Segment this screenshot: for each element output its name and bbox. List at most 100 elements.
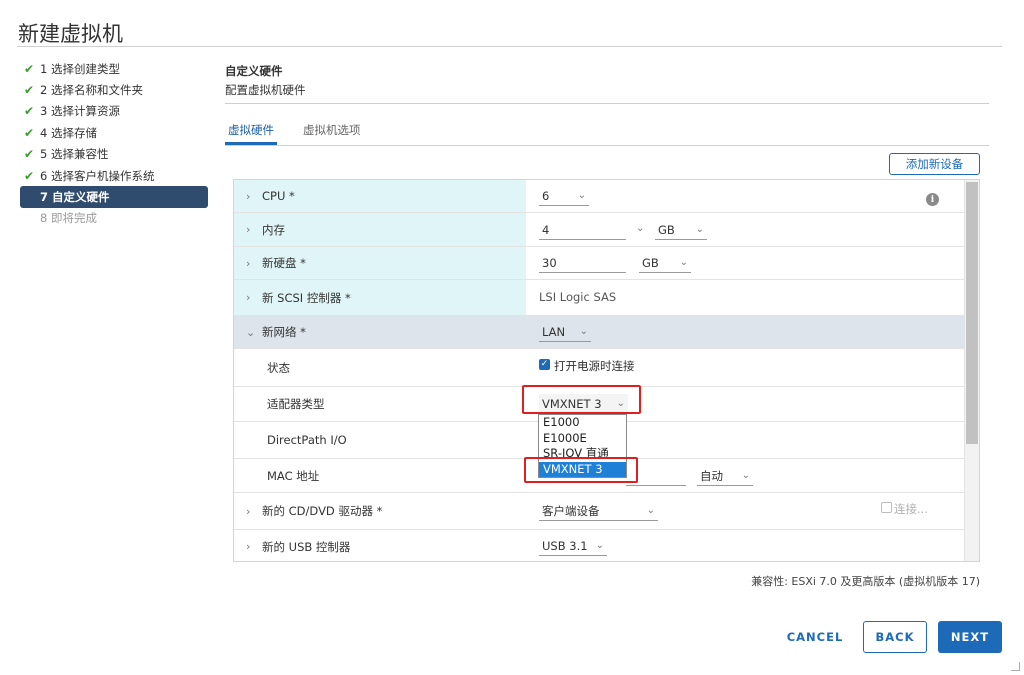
cdrom-select[interactable]: 客户端设备 ⌄ [539,501,658,521]
check-icon: ✔ [24,83,35,98]
resize-handle[interactable] [1011,662,1020,671]
select-value: LAN [542,324,566,339]
step-8: ✔8 即将完成 [22,208,208,229]
tab-vm-options[interactable]: 虚拟机选项 [303,122,361,145]
row-cdrom-label[interactable]: › 新的 CD/DVD 驱动器 * [234,493,526,529]
adapter-type-select[interactable]: VMXNET 3 ⌄ [539,394,628,414]
chevron-down-icon: ⌄ [741,470,750,481]
compatibility-text: 兼容性: ESXi 7.0 及更高版本 (虚拟机版本 17) [751,575,980,588]
check-icon: ✔ [24,125,35,140]
step-label: 8 即将完成 [40,211,97,226]
step-1[interactable]: ✔ 1 选择创建类型 [22,58,208,79]
add-device-button[interactable]: 添加新设备 [889,153,980,175]
disk-unit-select[interactable]: GB ⌄ [639,253,691,273]
step-3[interactable]: ✔ 3 选择计算资源 [22,101,208,122]
chevron-right-icon[interactable]: › [246,257,262,270]
select-value: 自动 [700,468,723,483]
disk-size-input[interactable]: 30 [539,253,626,273]
hardware-grid: › CPU * 6 ⌄ i › 内存 4 ⌄ GB ⌄ › 新硬盘 * 30 GB ⌄ › 新… [233,179,980,562]
label-text: 新硬盘 * [262,256,306,270]
select-value: USB 3.1 [542,538,588,553]
chevron-right-icon[interactable]: › [246,505,262,518]
select-value: VMXNET 3 [542,396,602,411]
chevron-down-icon: ⌄ [695,224,704,235]
network-select[interactable]: LAN ⌄ [539,322,591,342]
row-scsi-label[interactable]: › 新 SCSI 控制器 * [234,280,526,315]
step-4[interactable]: ✔ 4 选择存储 [22,122,208,143]
check-icon: ✔ [24,104,35,119]
step-label: 6 选择客户机操作系统 [40,168,155,183]
row-status: 状态 ✓ 打开电源时连接 [234,349,965,387]
scsi-type-value: LSI Logic SAS [539,290,617,304]
grid-scrollbar[interactable] [964,180,979,561]
connect-label: 连接... [894,502,928,516]
chevron-right-icon[interactable]: › [246,223,262,236]
label-text: 新的 CD/DVD 驱动器 * [262,504,383,518]
chevron-right-icon[interactable]: › [246,291,262,304]
memory-input[interactable]: 4 [539,220,626,240]
next-button[interactable]: NEXT [938,621,1002,653]
row-adapter-label: 适配器类型 [267,397,325,411]
connect-on-power-checkbox[interactable]: ✓ [539,359,550,370]
tab-virtual-hardware[interactable]: 虚拟硬件 [225,122,277,145]
dialog-title: 新建虚拟机 [18,22,123,46]
option-vmxnet3[interactable]: VMXNET 3 [539,461,626,477]
step-label: 4 选择存储 [40,125,97,140]
row-usb-label[interactable]: › 新的 USB 控制器 [234,530,526,561]
row-cpu: › CPU * 6 ⌄ i [234,180,965,213]
option-e1000e[interactable]: E1000E [539,431,626,447]
label-text: CPU * [262,189,295,203]
chevron-down-icon[interactable]: ⌄ [246,326,262,339]
scrollbar-thumb[interactable] [966,182,978,444]
row-scsi: › 新 SCSI 控制器 * LSI Logic SAS [234,280,965,316]
select-value: GB [642,255,659,270]
chevron-down-icon: ⌄ [595,540,604,551]
info-icon[interactable]: i [926,193,939,206]
step-label: 7 自定义硬件 [40,190,110,205]
tab-bar: 虚拟硬件 虚拟机选项 [225,122,361,145]
step-label: 5 选择兼容性 [40,147,109,162]
memory-unit-select[interactable]: GB ⌄ [655,220,707,240]
title-divider [17,46,1002,47]
section-divider [225,103,989,104]
chevron-down-icon: ⌄ [646,505,655,516]
cancel-button[interactable]: CANCEL [780,621,850,653]
row-cdrom: › 新的 CD/DVD 驱动器 * 客户端设备 ⌄ 连接... [234,493,965,530]
row-disk: › 新硬盘 * 30 GB ⌄ [234,247,965,280]
row-memory-label[interactable]: › 内存 [234,213,526,246]
step-6[interactable]: ✔ 6 选择客户机操作系统 [22,165,208,186]
usb-version-select[interactable]: USB 3.1 ⌄ [539,536,607,556]
option-e1000[interactable]: E1000 [539,415,626,431]
option-sriov[interactable]: SR-IOV 直通 [539,446,626,462]
select-value: 客户端设备 [542,503,600,518]
chevron-down-icon: ⌄ [679,257,688,268]
row-network: ⌄ 新网络 * LAN ⌄ [234,316,965,349]
tabs-divider [225,145,989,146]
label-text: 新 SCSI 控制器 * [262,290,351,305]
mac-mode-select[interactable]: 自动 ⌄ [697,466,753,486]
cpu-select[interactable]: 6 ⌄ [539,186,589,206]
row-cpu-label[interactable]: › CPU * [234,180,526,212]
chevron-right-icon[interactable]: › [246,540,262,553]
label-text: 内存 [262,222,285,237]
cdrom-connect-checkbox[interactable] [881,502,892,513]
row-memory: › 内存 4 ⌄ GB ⌄ [234,213,965,247]
step-5[interactable]: ✔ 5 选择兼容性 [22,144,208,165]
chevron-down-icon: ⌄ [616,398,625,409]
check-icon: ✔ [24,61,35,76]
step-2[interactable]: ✔ 2 选择名称和文件夹 [22,79,208,100]
row-status-label: 状态 [267,360,290,375]
back-button[interactable]: BACK [863,621,927,653]
row-disk-label[interactable]: › 新硬盘 * [234,247,526,279]
mac-address-input[interactable] [626,466,686,486]
check-icon: ✔ [24,147,35,162]
chevron-right-icon[interactable]: › [246,190,262,203]
chevron-down-icon[interactable]: ⌄ [636,223,644,234]
chevron-down-icon: ⌄ [577,190,586,201]
step-7-active[interactable]: ✔7 自定义硬件 [20,186,208,208]
row-network-label[interactable]: ⌄ 新网络 * [234,316,526,348]
checkbox-label: 打开电源时连接 [554,359,635,373]
select-value: GB [658,222,675,237]
check-icon: ✔ [24,168,35,183]
section-subtitle: 配置虚拟机硬件 [225,83,306,97]
